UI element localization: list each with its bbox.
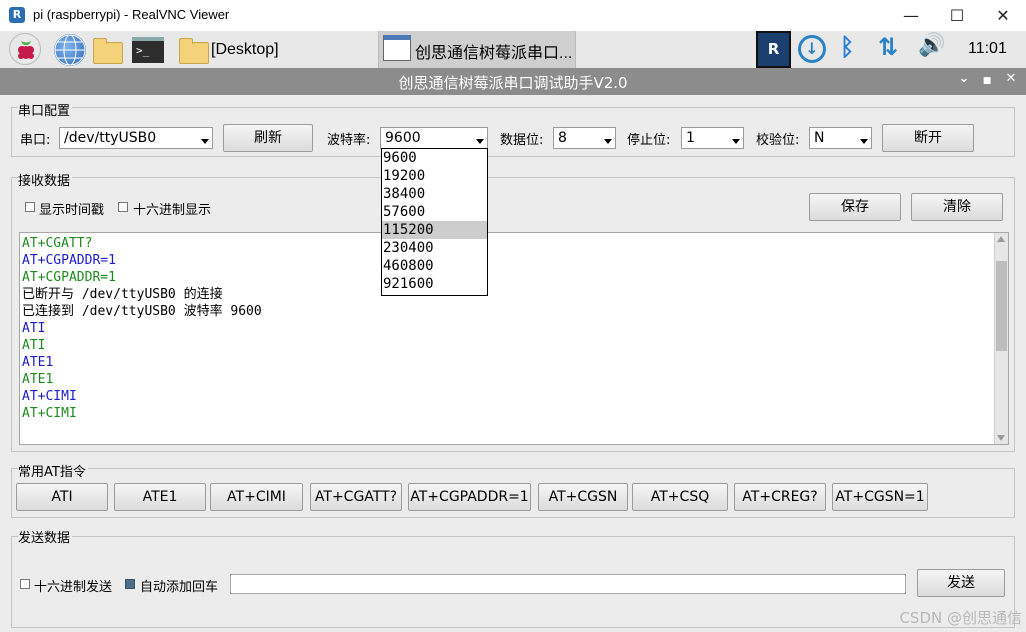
parity-value: N xyxy=(814,130,825,146)
csdn-watermark: CSDN @创思通信 xyxy=(899,609,1022,627)
baud-option[interactable]: 115200 xyxy=(382,221,487,239)
baud-option[interactable]: 921600 xyxy=(382,275,487,293)
receive-line: ATE1 xyxy=(22,372,54,387)
receive-lines: AT+CGATT? AT+CGPADDR=1 AT+CGPADDR=1 已断开与 /d… xyxy=(22,235,262,422)
receive-line: AT+CGPADDR=1 xyxy=(22,270,116,285)
raspberry-menu-icon[interactable] xyxy=(9,33,41,65)
show-timestamp-checkbox[interactable] xyxy=(25,202,35,212)
refresh-button[interactable]: 刷新 xyxy=(223,124,313,152)
receive-line: ATI xyxy=(22,338,46,353)
at-commands-title: 常用AT指令 xyxy=(18,461,88,480)
app-close-button[interactable]: ✕ xyxy=(1002,71,1020,91)
taskbar-item-desktop[interactable]: [Desktop] xyxy=(178,34,378,66)
send-title: 发送数据 xyxy=(18,527,73,546)
receive-line: 已断开与 /dev/ttyUSB0 的连接 xyxy=(22,287,223,302)
chevron-down-icon xyxy=(198,128,212,148)
at-command-button[interactable]: AT+CIMI xyxy=(210,483,303,511)
show-timestamp-label: 显示时间戳 xyxy=(39,203,105,218)
at-command-button[interactable]: AT+CGPADDR=1 xyxy=(408,483,531,511)
baud-option[interactable]: 19200 xyxy=(382,167,487,185)
stopbits-select[interactable]: 1 xyxy=(681,127,744,149)
stopbits-value: 1 xyxy=(686,130,695,146)
at-command-button[interactable]: ATE1 xyxy=(114,483,206,511)
hex-display-checkbox[interactable] xyxy=(118,202,128,212)
databits-value: 8 xyxy=(558,130,567,146)
serial-config-title: 串口配置 xyxy=(18,100,73,119)
receive-title: 接收数据 xyxy=(18,170,73,189)
databits-select[interactable]: 8 xyxy=(553,127,616,149)
baud-select[interactable]: 9600 xyxy=(380,127,488,149)
stopbits-label: 停止位: xyxy=(627,133,671,148)
receive-line: ATI xyxy=(22,321,46,336)
baud-option[interactable]: 9600 xyxy=(382,149,487,167)
baud-dropdown-list[interactable]: 9600 19200 38400 57600 115200 230400 460800 921… xyxy=(381,148,488,296)
baud-option[interactable]: 38400 xyxy=(382,185,487,203)
at-command-button[interactable]: AT+CGSN=1 xyxy=(832,483,928,511)
receive-line: AT+CGPADDR=1 xyxy=(22,253,116,268)
parity-label: 校验位: xyxy=(756,133,800,148)
taskbar-item-serial-app[interactable]: 创思通信树莓派串口... xyxy=(378,31,576,68)
send-input[interactable] xyxy=(230,574,906,594)
chevron-down-icon xyxy=(601,128,615,148)
save-button[interactable]: 保存 xyxy=(809,193,901,221)
port-label: 串口: xyxy=(20,133,51,148)
clear-button[interactable]: 清除 xyxy=(911,193,1003,221)
receive-line: ATE1 xyxy=(22,355,54,370)
auto-newline-label: 自动添加回车 xyxy=(140,580,219,595)
baud-value: 9600 xyxy=(385,130,421,146)
scroll-up-icon[interactable] xyxy=(995,233,1008,245)
baud-option[interactable]: 230400 xyxy=(382,239,487,257)
at-command-button[interactable]: AT+CREG? xyxy=(734,483,826,511)
chevron-down-icon xyxy=(473,128,487,148)
scroll-down-icon[interactable] xyxy=(995,432,1008,444)
receive-textarea[interactable]: AT+CGATT? AT+CGPADDR=1 AT+CGPADDR=1 已断开与 /d… xyxy=(19,232,1009,445)
baud-label: 波特率: xyxy=(327,133,371,148)
send-button[interactable]: 发送 xyxy=(917,569,1005,597)
folder-icon xyxy=(179,38,209,64)
port-select[interactable]: /dev/ttyUSB0 xyxy=(59,127,213,149)
baud-option[interactable]: 57600 xyxy=(382,203,487,221)
port-value: /dev/ttyUSB0 xyxy=(64,130,157,146)
chevron-down-icon xyxy=(729,128,743,148)
taskbar-item-desktop-label: [Desktop] xyxy=(211,41,279,58)
hex-send-label: 十六进制发送 xyxy=(34,580,113,595)
baud-option[interactable]: 460800 xyxy=(382,257,487,275)
app-title: 创思通信树莓派串口调试助手V2.0 xyxy=(398,74,628,92)
maximize-button[interactable]: ☐ xyxy=(934,0,980,31)
minimize-button[interactable]: — xyxy=(888,0,934,31)
receive-line: AT+CIMI xyxy=(22,389,77,404)
databits-label: 数据位: xyxy=(500,133,544,148)
parity-select[interactable]: N xyxy=(809,127,872,149)
app-maximize-button[interactable]: ■ xyxy=(978,71,996,91)
terminal-icon[interactable]: >_ xyxy=(132,37,164,63)
at-command-button[interactable]: ATI xyxy=(16,483,108,511)
window-title: pi (raspberrypi) - RealVNC Viewer xyxy=(33,7,230,22)
hex-send-checkbox[interactable] xyxy=(20,579,30,589)
taskbar-item-serial-app-label: 创思通信树莓派串口... xyxy=(415,45,573,62)
app-window-icon xyxy=(383,35,411,61)
vnc-tray-icon[interactable]: R xyxy=(756,31,791,68)
at-command-button[interactable]: AT+CSQ xyxy=(632,483,728,511)
disconnect-button[interactable]: 断开 xyxy=(882,124,974,152)
app-shade-button[interactable]: ⌄ xyxy=(955,71,973,91)
receive-line: 已连接到 /dev/ttyUSB0 波特率 9600 xyxy=(22,304,262,319)
hex-display-label: 十六进制显示 xyxy=(133,203,212,218)
vnc-window-titlebar: R pi (raspberrypi) - RealVNC Viewer — ☐ … xyxy=(0,0,1026,31)
scroll-thumb[interactable] xyxy=(996,261,1007,351)
close-button[interactable]: ✕ xyxy=(980,0,1026,31)
receive-line: AT+CIMI xyxy=(22,406,77,421)
realvnc-logo-icon: R xyxy=(9,7,25,23)
auto-newline-checkbox[interactable] xyxy=(125,579,135,589)
app-body: 串口配置 串口: /dev/ttyUSB0 刷新 波特率: 9600 数据位: … xyxy=(0,95,1026,632)
browser-globe-icon[interactable] xyxy=(54,34,86,66)
file-manager-icon[interactable] xyxy=(93,34,125,66)
app-titlebar: 创思通信树莓派串口调试助手V2.0 ⌄ ■ ✕ xyxy=(0,68,1026,95)
at-command-button[interactable]: AT+CGATT? xyxy=(310,483,402,511)
chevron-down-icon xyxy=(857,128,871,148)
at-command-button[interactable]: AT+CGSN xyxy=(538,483,628,511)
receive-line: AT+CGATT? xyxy=(22,236,93,251)
receive-scrollbar[interactable] xyxy=(994,233,1008,444)
